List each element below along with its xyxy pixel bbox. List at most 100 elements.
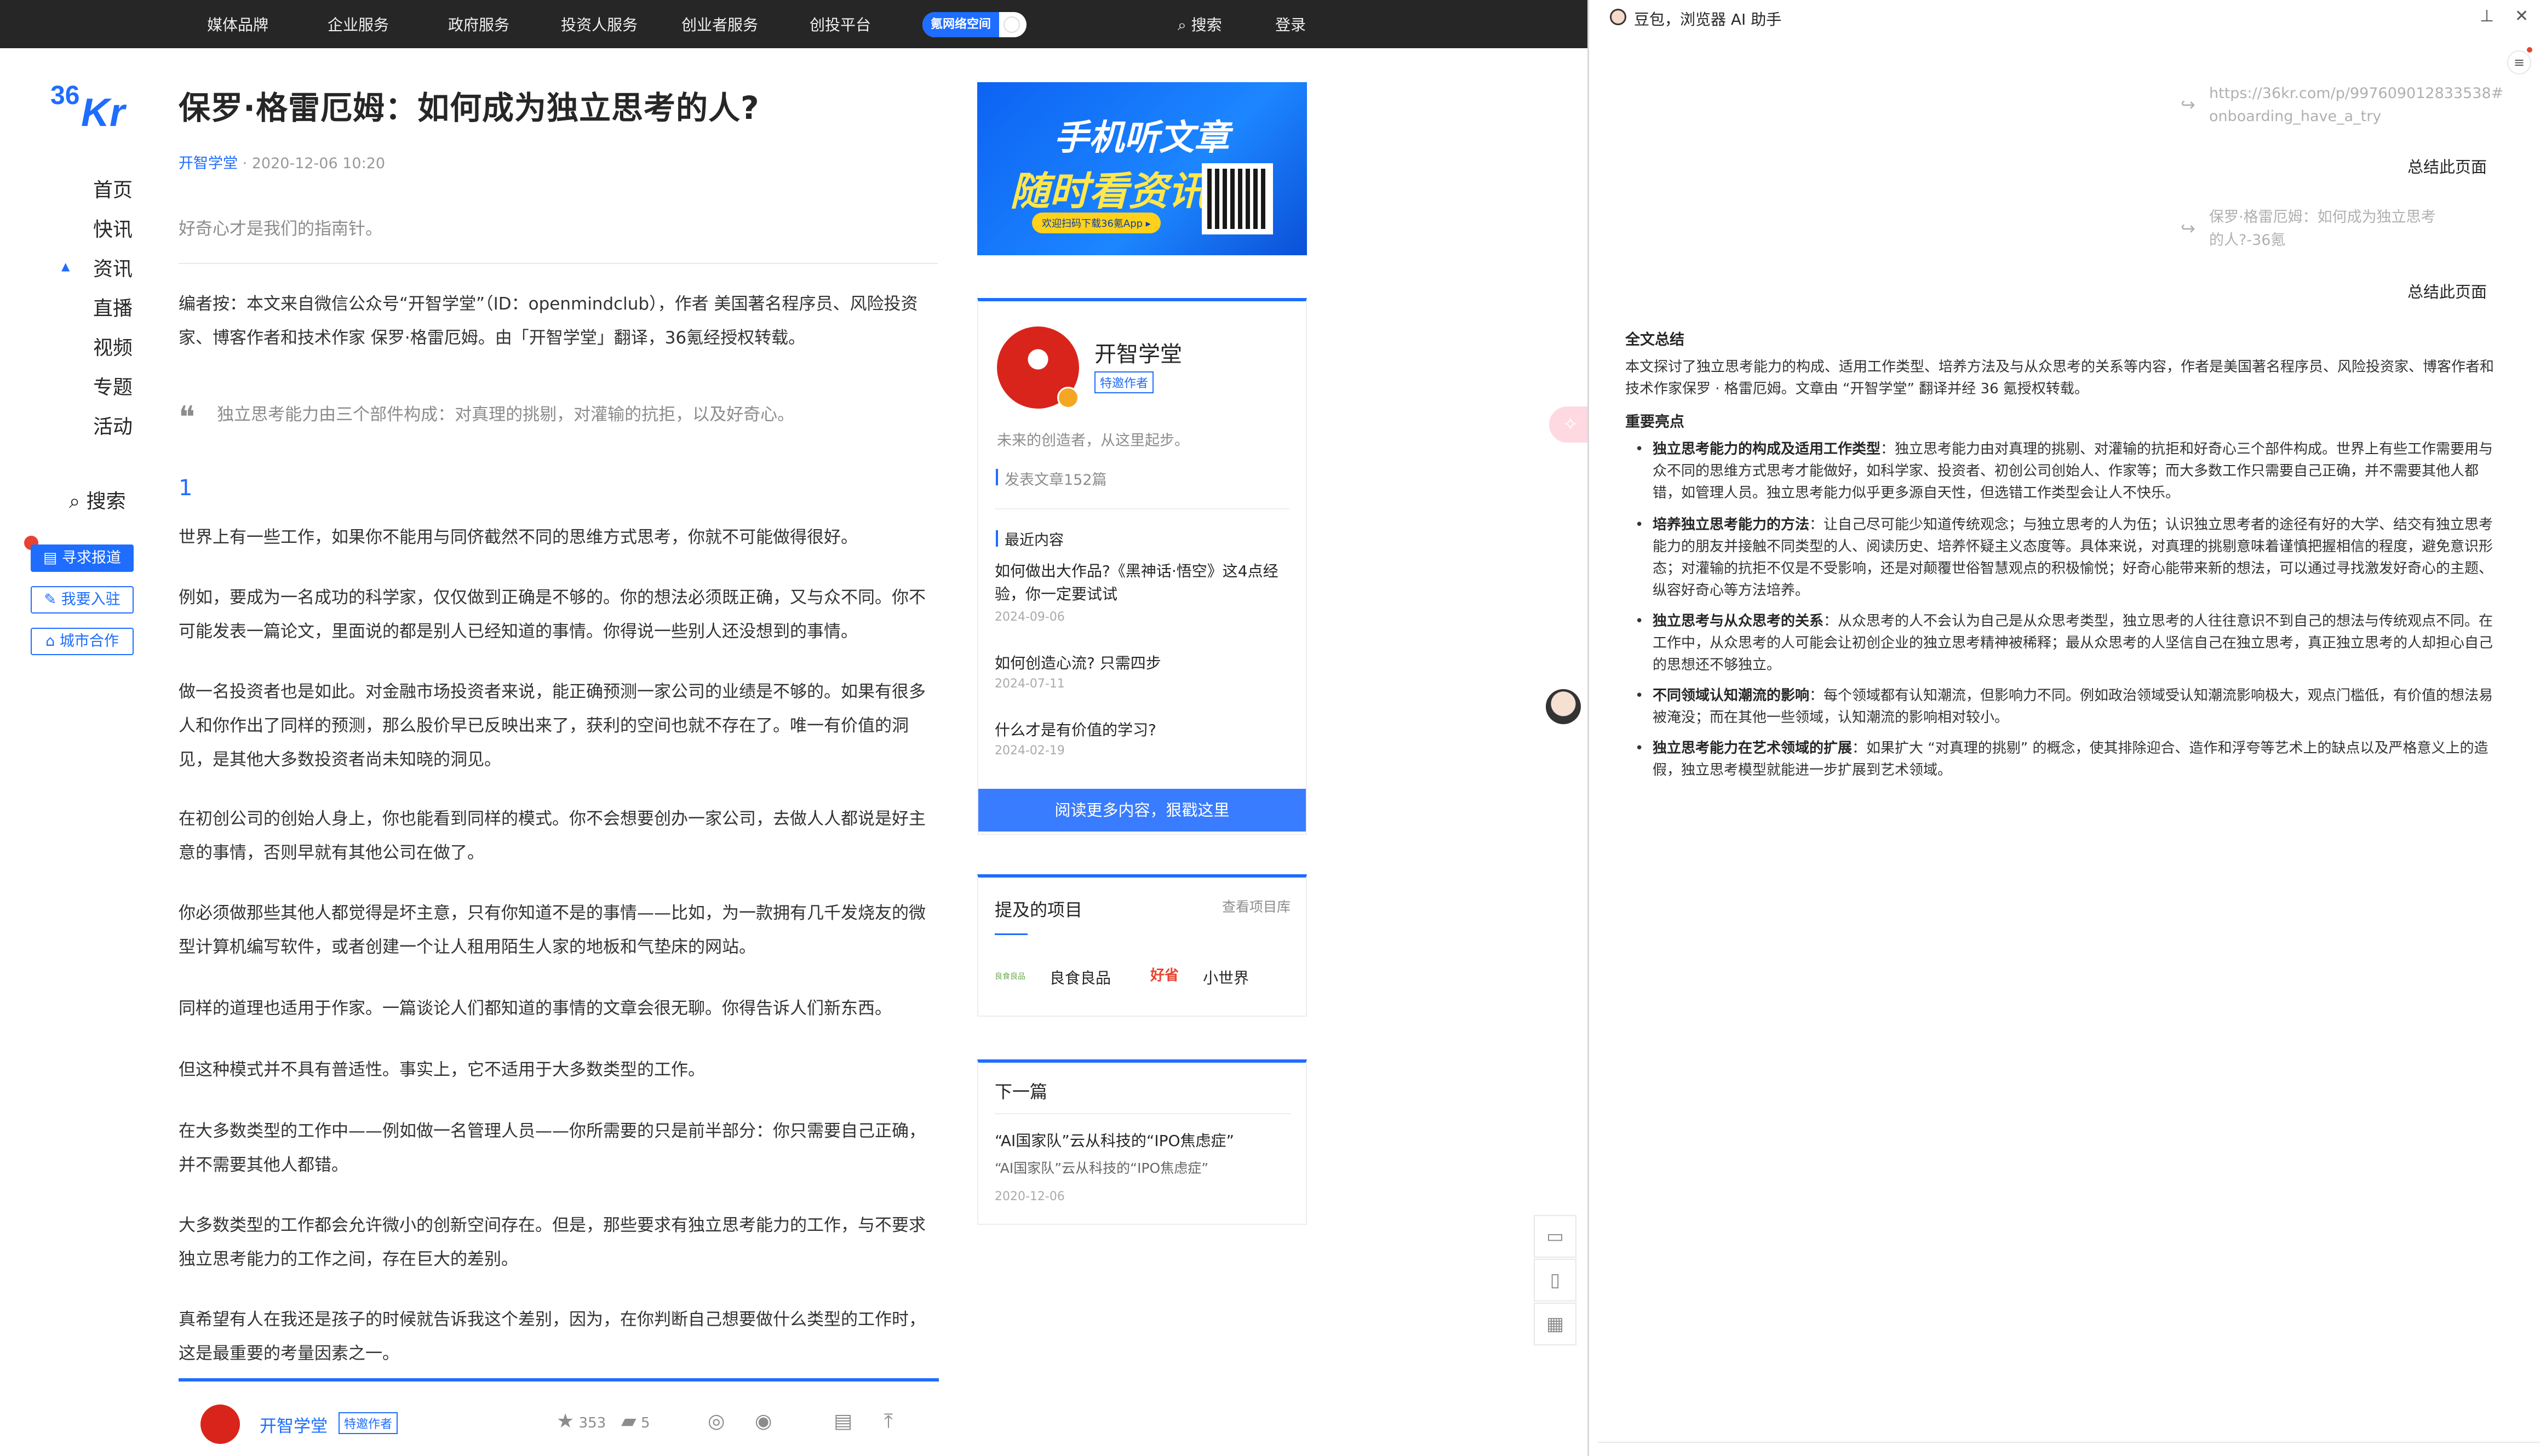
project-name[interactable]: 小世界 <box>1203 966 1249 988</box>
highlights-heading: 重要亮点 <box>1625 414 1684 431</box>
qrcode-icon: ▦ <box>1546 1313 1564 1335</box>
qrcode-button[interactable]: ▦ <box>1534 1303 1576 1345</box>
leftnav-topics[interactable]: 专题 <box>93 371 133 400</box>
nav-entrepreneur[interactable]: 创业者服务 <box>681 0 758 48</box>
nav-vc-platform[interactable]: 创投平台 <box>810 0 871 48</box>
article-paragraph: 在初创公司的创始人身上，你也能看到同样的模式。你不会想要创办一家公司，去做人人都… <box>179 809 926 863</box>
close-icon[interactable]: ✕ <box>2515 7 2528 26</box>
nav-login[interactable]: 登录 <box>1275 0 1306 48</box>
seek-coverage-button[interactable]: ▤ 寻求报道 <box>31 544 134 572</box>
join-button[interactable]: ✎ 我要入驻 <box>31 586 134 614</box>
recent-item[interactable]: 什么才是有价值的学习? <box>995 719 1296 742</box>
banner-line3: 欢迎扫码下载36氪App ▸ <box>1032 213 1161 233</box>
article-author-link[interactable]: 开智学堂 <box>179 155 238 172</box>
leftnav-home[interactable]: 首页 <box>93 174 133 203</box>
pin-icon[interactable]: ⊥ <box>2480 7 2494 26</box>
city-cooperation-button[interactable]: ⌂ 城市合作 <box>31 628 134 655</box>
author-avatar[interactable] <box>200 1405 240 1444</box>
project-logo: 良食良品 <box>995 972 1025 981</box>
ai-translate-tab[interactable]: ✧ <box>1549 406 1592 443</box>
summary-heading: 全文总结 <box>1625 331 1684 348</box>
project-library-link[interactable]: 查看项目库 <box>1222 896 1291 916</box>
quote-text: 独立思考能力由三个部件构成：对真理的挑剔，对灌输的抗拒，以及好奇心。 <box>217 405 795 425</box>
divider <box>179 263 938 264</box>
article-paragraph: 真希望有人在我还是孩子的时候就告诉我这个差别，因为，在你判断自己想要做什么类型的… <box>179 1310 926 1363</box>
assistant-avatar <box>1610 9 1626 25</box>
user-message: 总结此页面 <box>2407 283 2487 301</box>
user-link-message[interactable]: ↪ 保罗·格雷厄姆：如何成为独立思考的人?-36氪 <box>2181 206 2439 252</box>
highlight-item: 培养独立思考能力的方法：让自己尽可能少知道传统观念；与独立思考的人为伍；认识独立… <box>1635 514 2499 601</box>
user-link-url: https://36kr.com/p/997609012833538#onboa… <box>2209 85 2504 125</box>
leftnav-events[interactable]: 活动 <box>93 411 133 439</box>
link-arrow-icon: ↪ <box>2181 218 2195 239</box>
feedback-button[interactable]: ▭ <box>1534 1215 1576 1258</box>
nav-search[interactable]: ⌕ 搜索 <box>1178 0 1222 48</box>
leftnav-news[interactable]: 资讯 <box>93 253 133 282</box>
leftnav-flash[interactable]: 快讯 <box>93 214 133 242</box>
highlight-item: 不同领域认知潮流的影响：每个领域都有认知潮流，但影响力不同。例如政治领域受认知潮… <box>1635 685 2499 729</box>
mobile-button[interactable]: ▯ <box>1534 1259 1576 1302</box>
36kr-logo[interactable]: 36 Kr <box>50 79 138 135</box>
wechat-share-icon[interactable]: ◎ <box>708 1410 725 1432</box>
article-paragraph: 同样的道理也适用于作家。一篇谈论人们都知道的事情的文章会很无聊。你得告诉人们新东… <box>179 999 892 1018</box>
toggle-knob <box>1004 16 1020 33</box>
quote-mark-icon: ❝ <box>179 400 196 435</box>
recent-item[interactable]: 如何创造心流? 只需四步 <box>995 652 1296 675</box>
author-card-name[interactable]: 开智学堂 <box>1094 336 1182 368</box>
next-article-sub: “AI国家队”云从科技的“IPO焦虑症” <box>995 1160 1209 1176</box>
top-nav: 媒体品牌 企业服务 政府服务 投资人服务 创业者服务 创投平台 氪网络空间 ⌕ … <box>0 0 1587 48</box>
menu-icon[interactable]: ≡ <box>2507 50 2531 74</box>
author-card-avatar[interactable] <box>997 326 1079 409</box>
author-name[interactable]: 开智学堂 <box>260 1412 328 1437</box>
leftnav-search[interactable]: ⌕ 搜索 <box>69 485 126 514</box>
project-logo: 好省 <box>1150 967 1179 984</box>
recent-item[interactable]: 如何做出大作品?《黑神话·悟空》这4点经验，你一定要试试 <box>995 560 1296 606</box>
nav-investor[interactable]: 投资人服务 <box>561 0 638 48</box>
edit-icon: ✎ <box>44 591 57 608</box>
article-paragraph: 在大多数类型的工作中——例如做一名管理人员——你所需要的只是前半部分：你只需要自… <box>179 1121 926 1175</box>
banner-line1: 手机听文章 <box>1054 118 1229 158</box>
svg-text:36: 36 <box>50 81 79 110</box>
recent-heading: 最近内容 <box>1005 532 1064 549</box>
panel-title: 豆包，浏览器 AI 助手 <box>1634 10 1782 28</box>
article-paragraph: 世界上有一些工作，如果你不能用与同侪截然不同的思维方式思考，你就不可能做得很好。 <box>179 528 858 547</box>
leftnav-video[interactable]: 视频 <box>93 332 133 360</box>
summary-text: 本文探讨了独立思考能力的构成、适用工作类型、培养方法及与从众思考的关系等内容，作… <box>1625 359 2495 397</box>
read-more-button[interactable]: 阅读更多内容，狠戳这里 <box>978 789 1306 832</box>
next-article-card: 下一篇 “AI国家队”云从科技的“IPO焦虑症” “AI国家队”云从科技的“IP… <box>977 1059 1307 1225</box>
active-marker-icon: ▲ <box>61 260 70 273</box>
seek-coverage-label: 寻求报道 <box>62 549 122 566</box>
leftnav-live[interactable]: 直播 <box>93 293 133 321</box>
comment-count: 5 <box>640 1415 650 1431</box>
divider <box>1598 1442 2540 1443</box>
search-icon: ⌕ <box>69 490 81 513</box>
highlight-title: 培养独立思考能力的方法 <box>1653 517 1810 533</box>
article-summary: 好奇心才是我们的指南针。 <box>179 219 382 239</box>
user-link-message[interactable]: ↪ https://36kr.com/p/997609012833538#onbo… <box>2181 82 2505 128</box>
project-name[interactable]: 良食良品 <box>1050 966 1111 988</box>
document-icon[interactable]: ▤ <box>834 1410 852 1432</box>
promo-toggle[interactable]: 氪网络空间 <box>922 12 1027 37</box>
nav-media-brand[interactable]: 媒体品牌 <box>207 0 268 48</box>
app-download-banner[interactable]: 手机听文章 随时看资讯 欢迎扫码下载36氪App ▸ <box>977 82 1307 255</box>
projects-heading: 提及的项目 <box>995 899 1083 920</box>
building-icon: ⌂ <box>45 633 55 650</box>
next-article-date: 2020-12-06 <box>995 1190 1065 1203</box>
highlight-item: 独立思考能力在艺术领域的扩展：如果扩大 “对真理的挑剔” 的概念，使其排除迎合、… <box>1635 737 2499 781</box>
nav-government[interactable]: 政府服务 <box>448 0 509 48</box>
author-card: 开智学堂 特邀作者 未来的创造者，从这里起步。 发表文章152篇 最近内容 如何… <box>977 298 1307 835</box>
editor-note: 编者按：本文来自微信公众号“开智学堂”（ID：openmindclub），作者 … <box>179 294 918 348</box>
weibo-share-icon[interactable]: ◉ <box>755 1410 772 1432</box>
assistant-float-avatar[interactable] <box>1546 689 1581 724</box>
next-article-link[interactable]: “AI国家队”云从科技的“IPO焦虑症” <box>995 1130 1296 1153</box>
article-paragraph: 做一名投资者也是如此。对金融市场投资者来说，能正确预测一家公司的业绩是不够的。如… <box>179 682 926 770</box>
nav-enterprise[interactable]: 企业服务 <box>328 0 389 48</box>
report-icon: ▤ <box>43 549 58 566</box>
comment-button[interactable]: ▰ 5 <box>621 1410 650 1432</box>
favorite-button[interactable]: ★ 353 <box>557 1410 606 1432</box>
author-article-count: 发表文章152篇 <box>1005 472 1107 489</box>
article-date: 2020-12-06 10:20 <box>251 155 386 172</box>
panel-header: 豆包，浏览器 AI 助手 ⊥ ✕ <box>1589 0 2546 37</box>
star-icon: ★ <box>557 1410 575 1432</box>
back-to-top-icon[interactable]: ⤒ <box>884 1410 893 1433</box>
